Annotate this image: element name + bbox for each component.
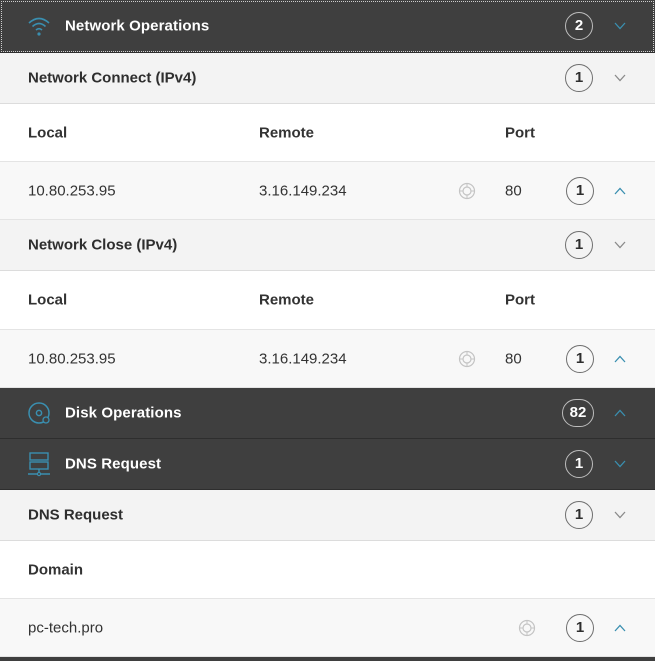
column-header-local: Local bbox=[28, 124, 68, 141]
table-header: Local Remote Port bbox=[0, 104, 655, 162]
column-header-port: Port bbox=[505, 291, 535, 309]
count-badge: 1 bbox=[566, 613, 594, 642]
category-dns-request[interactable]: DNS Request 1 bbox=[0, 439, 655, 490]
column-header-local: Local bbox=[28, 291, 68, 309]
count-badge: 1 bbox=[565, 64, 593, 92]
wifi-icon bbox=[28, 17, 50, 36]
count-badge: 1 bbox=[565, 231, 593, 259]
subsection-dns-request[interactable]: DNS Request 1 bbox=[0, 490, 655, 541]
chevron-up-icon[interactable] bbox=[614, 624, 626, 632]
category-network-operations[interactable]: Network Operations 2 bbox=[0, 0, 655, 53]
category-title: Network Operations bbox=[65, 17, 210, 35]
chevron-down-icon[interactable] bbox=[614, 22, 626, 30]
port-value: 80 bbox=[505, 182, 522, 199]
subsection-title: Network Close (IPv4) bbox=[28, 236, 178, 254]
table-row[interactable]: 10.80.253.95 3.16.149.234 80 1 bbox=[0, 162, 655, 220]
remote-address: 3.16.149.234 bbox=[259, 350, 347, 367]
count-badge: 1 bbox=[565, 450, 593, 478]
port-value: 80 bbox=[505, 350, 522, 367]
chevron-down-icon[interactable] bbox=[614, 460, 626, 468]
table-row[interactable]: pc-tech.pro 1 bbox=[0, 599, 655, 657]
column-header-remote: Remote bbox=[259, 291, 315, 309]
chevron-down-icon[interactable] bbox=[614, 511, 626, 519]
column-header-domain: Domain bbox=[28, 561, 84, 578]
count-badge: 1 bbox=[566, 344, 594, 373]
lookup-icon[interactable] bbox=[458, 350, 476, 368]
process-activity-panel: Network Operations 2 Network Connect (IP… bbox=[0, 0, 655, 661]
remote-address: 3.16.149.234 bbox=[259, 182, 347, 199]
count-badge: 82 bbox=[562, 399, 594, 427]
local-address: 10.80.253.95 bbox=[28, 182, 116, 199]
chevron-up-icon[interactable] bbox=[614, 187, 626, 195]
subsection-title: DNS Request bbox=[28, 506, 124, 524]
subsection-title: Network Connect (IPv4) bbox=[28, 69, 197, 87]
next-category-edge bbox=[0, 657, 655, 661]
subsection-network-close[interactable]: Network Close (IPv4) 1 bbox=[0, 220, 655, 271]
count-badge: 2 bbox=[565, 12, 593, 40]
category-disk-operations[interactable]: Disk Operations 82 bbox=[0, 388, 655, 439]
chevron-down-icon[interactable] bbox=[614, 74, 626, 82]
table-header: Local Remote Port bbox=[0, 271, 655, 330]
local-address: 10.80.253.95 bbox=[28, 350, 116, 367]
table-header: Domain bbox=[0, 541, 655, 599]
lookup-icon[interactable] bbox=[458, 182, 476, 200]
table-row[interactable]: 10.80.253.95 3.16.149.234 80 1 bbox=[0, 330, 655, 388]
chevron-up-icon[interactable] bbox=[614, 355, 626, 363]
count-badge: 1 bbox=[565, 501, 593, 529]
column-header-port: Port bbox=[505, 124, 535, 141]
subsection-network-connect[interactable]: Network Connect (IPv4) 1 bbox=[0, 53, 655, 104]
count-badge: 1 bbox=[566, 176, 594, 205]
disk-icon bbox=[28, 402, 50, 424]
domain-value: pc-tech.pro bbox=[28, 619, 104, 636]
category-title: DNS Request bbox=[65, 455, 162, 473]
chevron-down-icon[interactable] bbox=[614, 241, 626, 249]
column-header-remote: Remote bbox=[259, 124, 315, 141]
chevron-up-icon[interactable] bbox=[614, 409, 626, 417]
category-title: Disk Operations bbox=[65, 404, 182, 422]
lookup-icon[interactable] bbox=[518, 619, 536, 637]
server-icon bbox=[28, 452, 50, 477]
